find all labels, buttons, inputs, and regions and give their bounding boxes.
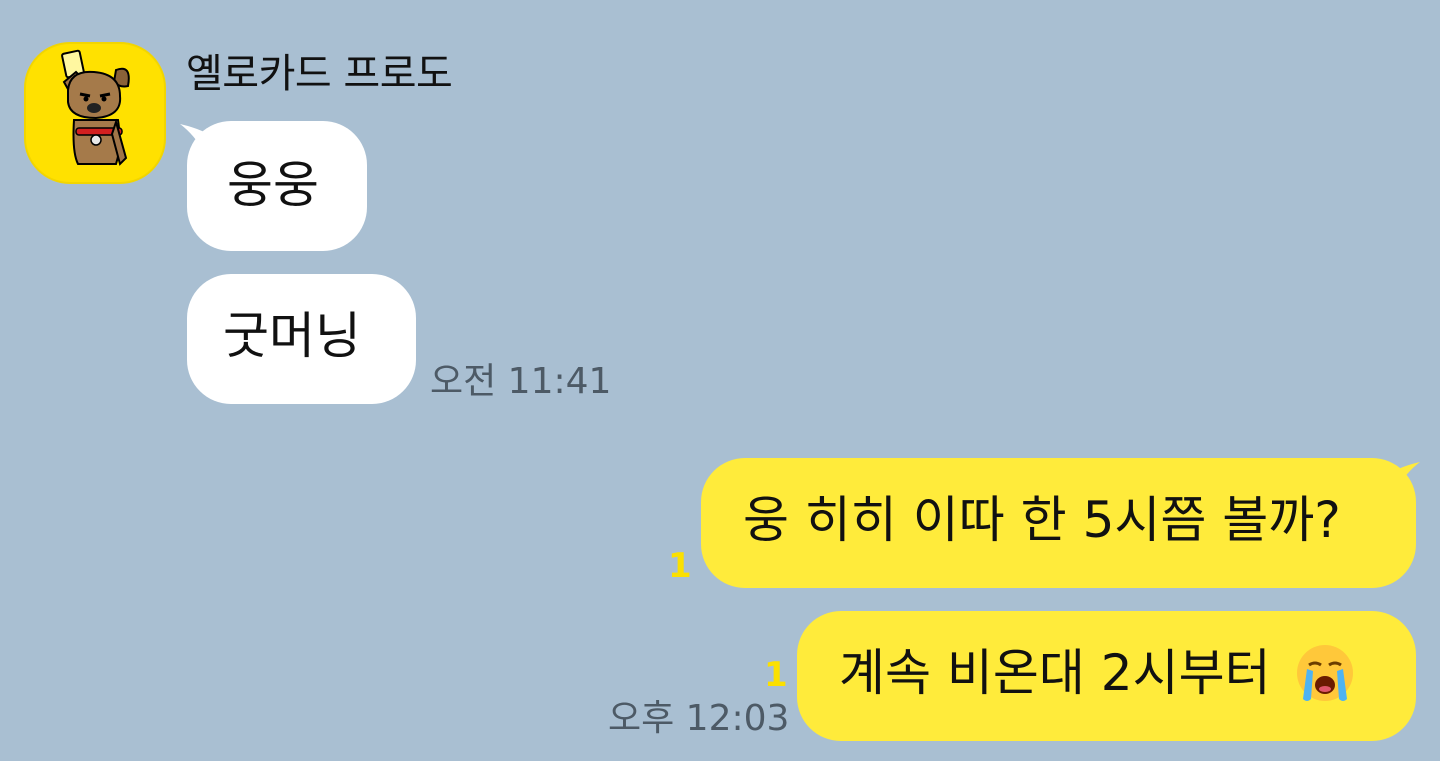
message-text: 계속 비온대 2시부터 — [839, 644, 1271, 702]
chat-room[interactable]: 옐로카드 프로도 웅웅 굿머닝 오전 11:41 1 웅 히히 이따 한 5시쯤… — [0, 0, 1440, 761]
unread-count: 1 — [668, 546, 692, 586]
outgoing-message[interactable]: 웅 히히 이따 한 5시쯤 볼까? — [701, 458, 1416, 588]
message-timestamp: 오후 12:03 — [608, 698, 790, 739]
dog-avatar-icon — [61, 49, 130, 166]
unread-count: 1 — [764, 655, 788, 695]
sender-avatar[interactable] — [24, 42, 166, 184]
outgoing-message[interactable]: 계속 비온대 2시부터 — [797, 611, 1416, 741]
incoming-message[interactable]: 굿머닝 — [187, 274, 416, 404]
message-text: 굿머닝 — [223, 307, 361, 365]
message-timestamp: 오전 11:41 — [430, 361, 612, 402]
crying-face-icon — [1296, 644, 1353, 701]
message-text: 웅 히히 이따 한 5시쯤 볼까? — [743, 491, 1341, 549]
sender-name: 옐로카드 프로도 — [186, 51, 453, 97]
incoming-message[interactable]: 웅웅 — [187, 121, 367, 251]
message-text: 웅웅 — [227, 156, 319, 214]
